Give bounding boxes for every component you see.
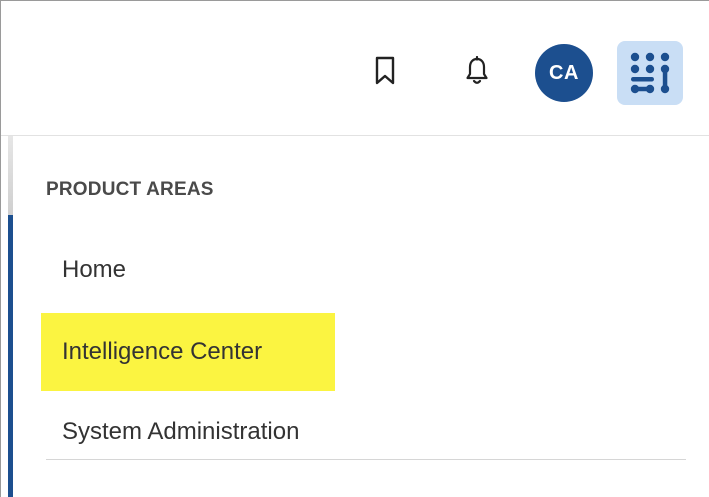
bell-icon [466,56,488,84]
menu-item-label: Intelligence Center [62,338,263,365]
menu-item-intelligence-center[interactable]: Intelligence Center [41,313,335,391]
app-switcher-icon [630,52,670,94]
menu-accent-bar [8,215,13,497]
menu-item-label: Home [62,256,127,283]
menu-edge [8,136,13,216]
section-title: PRODUCT AREAS [46,179,214,200]
user-avatar[interactable]: CA [535,44,593,102]
avatar-initials: CA [549,61,579,84]
app-switcher-button[interactable] [617,41,683,105]
top-bar: CA [1,1,709,136]
menu-item-home[interactable]: Home [41,231,335,309]
bookmark-button[interactable] [365,49,405,93]
notifications-button[interactable] [457,49,497,93]
app-window: CA PRODUCT AREAS Home Intelligence Cente… [0,0,709,497]
menu-divider [46,459,686,460]
menu-item-label: System Administration [62,418,300,445]
bookmark-icon [375,56,395,85]
